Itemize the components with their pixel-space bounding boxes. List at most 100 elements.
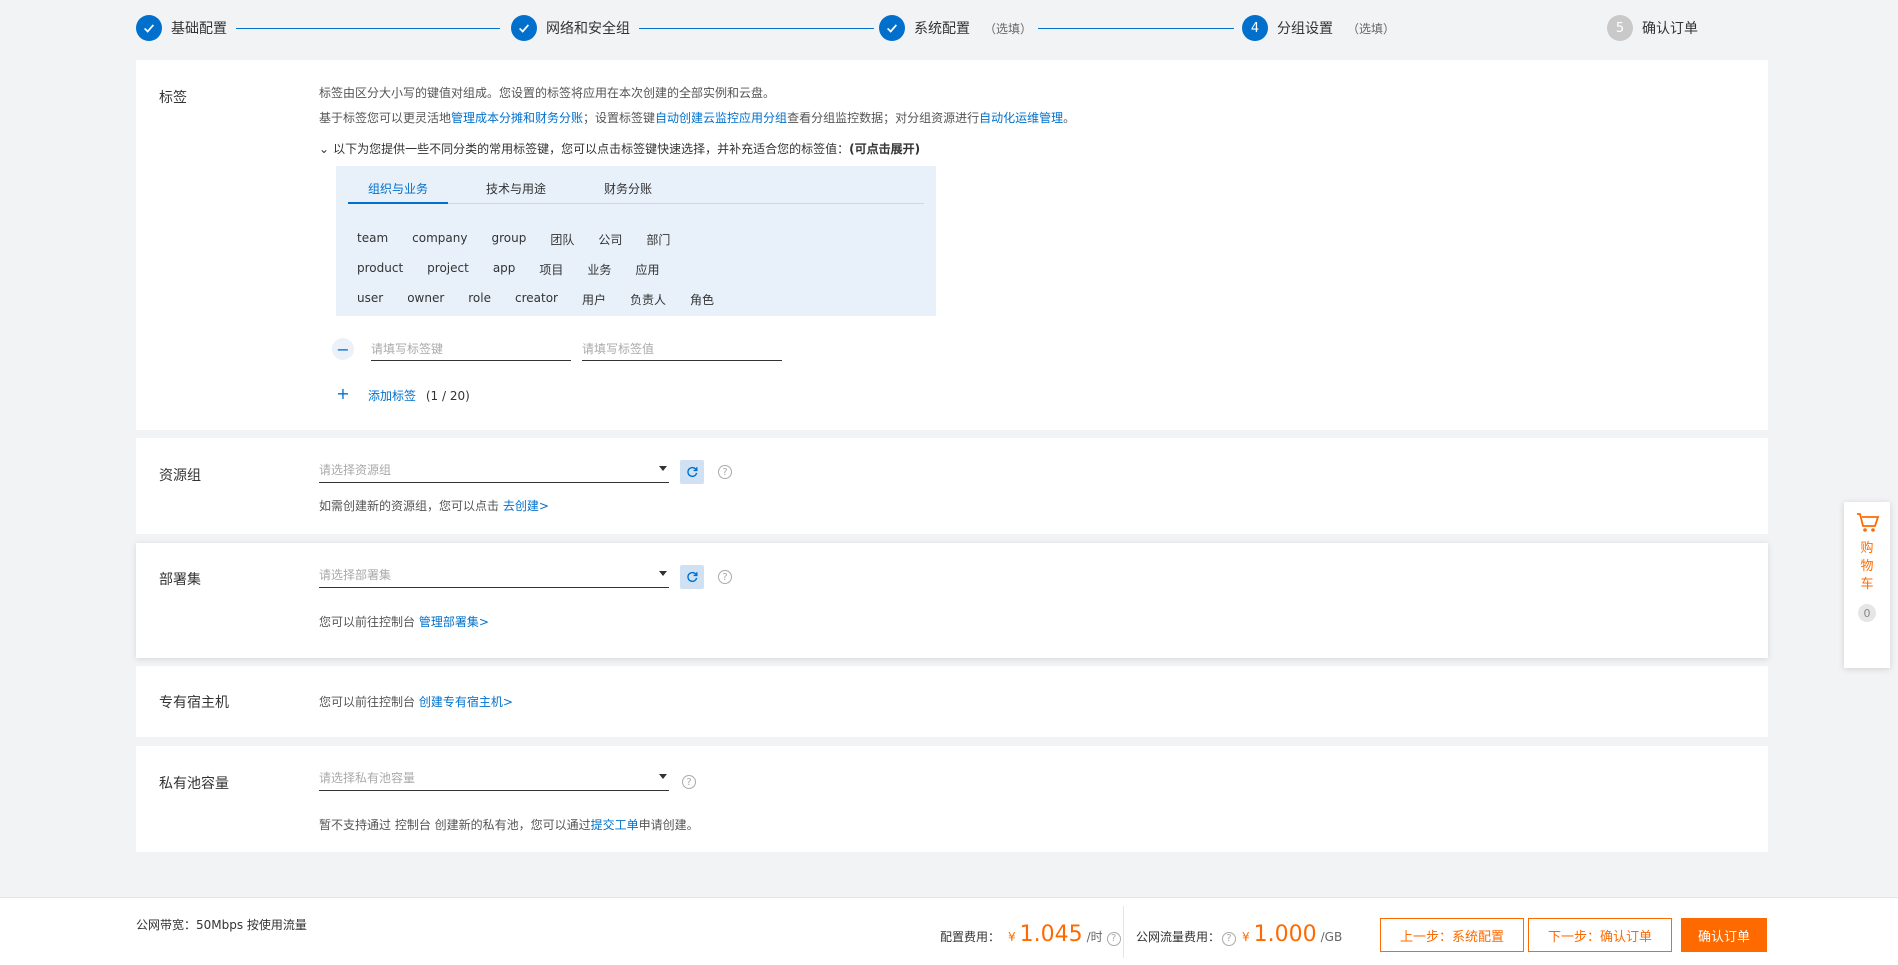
step-label: 基础配置 <box>171 21 227 37</box>
add-tag-row: 添加标签 (1 / 20) <box>368 387 470 404</box>
deployment-set-select[interactable]: 请选择部署集 <box>319 562 669 588</box>
tag-key-row: team company group 团队 公司 部门 <box>357 231 694 248</box>
create-dedicated-host-link[interactable]: 创建专有宿主机> <box>419 695 513 709</box>
tag-key-option[interactable]: user <box>357 291 383 308</box>
private-pool-section: 私有池容量 请选择私有池容量 ? 暂不支持通过 控制台 创建新的私有池，您可以通… <box>136 746 1768 852</box>
step-connector <box>236 28 500 29</box>
config-fee-value: 1.045 <box>1019 922 1083 947</box>
tag-key-option[interactable]: 用户 <box>582 291 606 308</box>
step-1[interactable]: 基础配置 <box>136 14 227 42</box>
tags-description: 标签由区分大小写的键值对组成。您设置的标签将应用在本次创建的全部实例和云盘。 <box>319 86 776 100</box>
tag-key-option[interactable]: 公司 <box>598 231 622 248</box>
section-title: 私有池容量 <box>159 776 229 792</box>
help-icon[interactable]: ? <box>718 465 732 479</box>
help-icon[interactable]: ? <box>682 775 696 789</box>
tag-key-option[interactable]: app <box>493 261 516 278</box>
tag-value-input[interactable]: 请填写标签值 <box>582 335 782 361</box>
step-optional: （选填） <box>984 21 1033 36</box>
step-2[interactable]: 网络和安全组 <box>511 14 630 42</box>
section-title: 部署集 <box>159 572 201 588</box>
step-connector <box>1038 28 1234 29</box>
cost-allocation-link[interactable]: 管理成本分摊和财务分账 <box>451 111 583 125</box>
tag-key-option[interactable]: project <box>427 261 469 278</box>
tags-expand-toggle[interactable]: ⌄ 以下为您提供一些不同分类的常用标签键，您可以点击标签键快速选择，并补充适合您的… <box>319 140 920 157</box>
deployment-set-hint: 您可以前往控制台 管理部署集> <box>319 615 489 629</box>
tag-key-option[interactable]: owner <box>407 291 444 308</box>
bandwidth-info: 公网带宽：50Mbps 按使用流量 <box>136 918 307 932</box>
config-fee: 配置费用： ¥ 1.045 /时 ? <box>940 922 1121 947</box>
step-label: 确认订单 <box>1642 21 1698 37</box>
tag-key-row: product project app 项目 业务 应用 <box>357 261 683 278</box>
step-connector <box>639 28 874 29</box>
step-label: 系统配置 <box>914 21 970 37</box>
cart-count: 0 <box>1858 604 1876 622</box>
plus-icon[interactable]: + <box>332 382 354 404</box>
private-pool-select[interactable]: 请选择私有池容量 <box>319 765 669 791</box>
resource-group-section: 资源组 请选择资源组 ? 如需创建新的资源组，您可以点击 去创建> <box>136 438 1768 534</box>
check-icon <box>879 15 905 41</box>
step-optional: （选填） <box>1347 21 1396 36</box>
step-3[interactable]: 系统配置 （选填） <box>879 14 1032 42</box>
remove-tag-button[interactable]: − <box>332 338 354 360</box>
section-title: 资源组 <box>159 468 201 484</box>
confirm-order-button[interactable]: 确认订单 <box>1681 918 1767 952</box>
help-icon[interactable]: ? <box>1222 931 1237 946</box>
tag-key-option[interactable]: product <box>357 261 403 278</box>
tags-section: 标签 标签由区分大小写的键值对组成。您设置的标签将应用在本次创建的全部实例和云盘… <box>136 60 1768 430</box>
chevron-down-icon: ⌄ <box>319 142 330 156</box>
traffic-fee: 公网流量费用： ? ¥ 1.000 /GB <box>1136 922 1343 947</box>
caret-down-icon <box>659 774 667 779</box>
resource-group-select[interactable]: 请选择资源组 <box>319 457 669 483</box>
submit-ticket-link[interactable]: 提交工单 <box>591 818 639 832</box>
section-title: 标签 <box>159 90 187 106</box>
manage-deployment-set-link[interactable]: 管理部署集> <box>419 615 489 629</box>
tag-key-option[interactable]: team <box>357 231 388 248</box>
tag-key-option[interactable]: 角色 <box>690 291 714 308</box>
prev-step-button[interactable]: 上一步：系统配置 <box>1380 918 1524 952</box>
tag-key-option[interactable]: 应用 <box>635 261 659 278</box>
private-pool-hint: 暂不支持通过 控制台 创建新的私有池，您可以通过提交工单申请创建。 <box>319 818 699 832</box>
step-label: 分组设置 <box>1277 21 1333 37</box>
step-4[interactable]: 4 分组设置 （选填） <box>1242 14 1395 42</box>
cart-label: 购物车 <box>1860 541 1874 592</box>
help-icon[interactable]: ? <box>718 570 732 584</box>
tag-key-option[interactable]: 业务 <box>587 261 611 278</box>
add-tag-link[interactable]: 添加标签 <box>368 389 416 403</box>
refresh-button[interactable] <box>680 460 704 484</box>
next-step-button[interactable]: 下一步：确认订单 <box>1528 918 1672 952</box>
tag-category-tabs: 组织与业务 技术与用途 财务分账 <box>348 178 924 204</box>
tag-key-option[interactable]: creator <box>515 291 558 308</box>
step-number: 5 <box>1607 15 1633 41</box>
tag-key-option[interactable]: 负责人 <box>630 291 666 308</box>
divider <box>1123 906 1124 958</box>
step-5: 5 确认订单 <box>1607 14 1698 42</box>
create-resource-group-link[interactable]: 去创建> <box>503 499 549 513</box>
step-number: 4 <box>1242 15 1268 41</box>
refresh-button[interactable] <box>680 565 704 589</box>
automation-link[interactable]: 自动化运维管理 <box>979 111 1063 125</box>
shopping-cart-widget[interactable]: 购物车 0 <box>1844 502 1890 668</box>
tag-key-option[interactable]: 团队 <box>550 231 574 248</box>
help-icon[interactable]: ? <box>1106 931 1121 946</box>
resource-group-hint: 如需创建新的资源组，您可以点击 去创建> <box>319 499 549 513</box>
tag-key-input[interactable]: 请填写标签键 <box>371 335 571 361</box>
check-icon <box>511 15 537 41</box>
dedicated-host-hint: 您可以前往控制台 创建专有宿主机> <box>319 695 513 709</box>
tab-tech-usage[interactable]: 技术与用途 <box>466 178 566 204</box>
tag-key-option[interactable]: company <box>412 231 467 248</box>
tag-key-option[interactable]: group <box>491 231 526 248</box>
caret-down-icon <box>659 571 667 576</box>
caret-down-icon <box>659 466 667 471</box>
refresh-icon <box>687 466 698 478</box>
tab-finance[interactable]: 财务分账 <box>584 178 672 204</box>
refresh-icon <box>687 571 698 583</box>
tag-key-option[interactable]: role <box>468 291 491 308</box>
tag-count: (1 / 20) <box>425 389 470 403</box>
section-title: 专有宿主机 <box>159 695 229 711</box>
tag-key-option[interactable]: 项目 <box>539 261 563 278</box>
tag-key-row: user owner role creator 用户 负责人 角色 <box>357 291 738 308</box>
cloudmonitor-link[interactable]: 自动创建云监控应用分组 <box>655 111 787 125</box>
tab-org-business[interactable]: 组织与业务 <box>348 178 449 204</box>
check-icon <box>136 15 162 41</box>
tag-key-option[interactable]: 部门 <box>646 231 670 248</box>
